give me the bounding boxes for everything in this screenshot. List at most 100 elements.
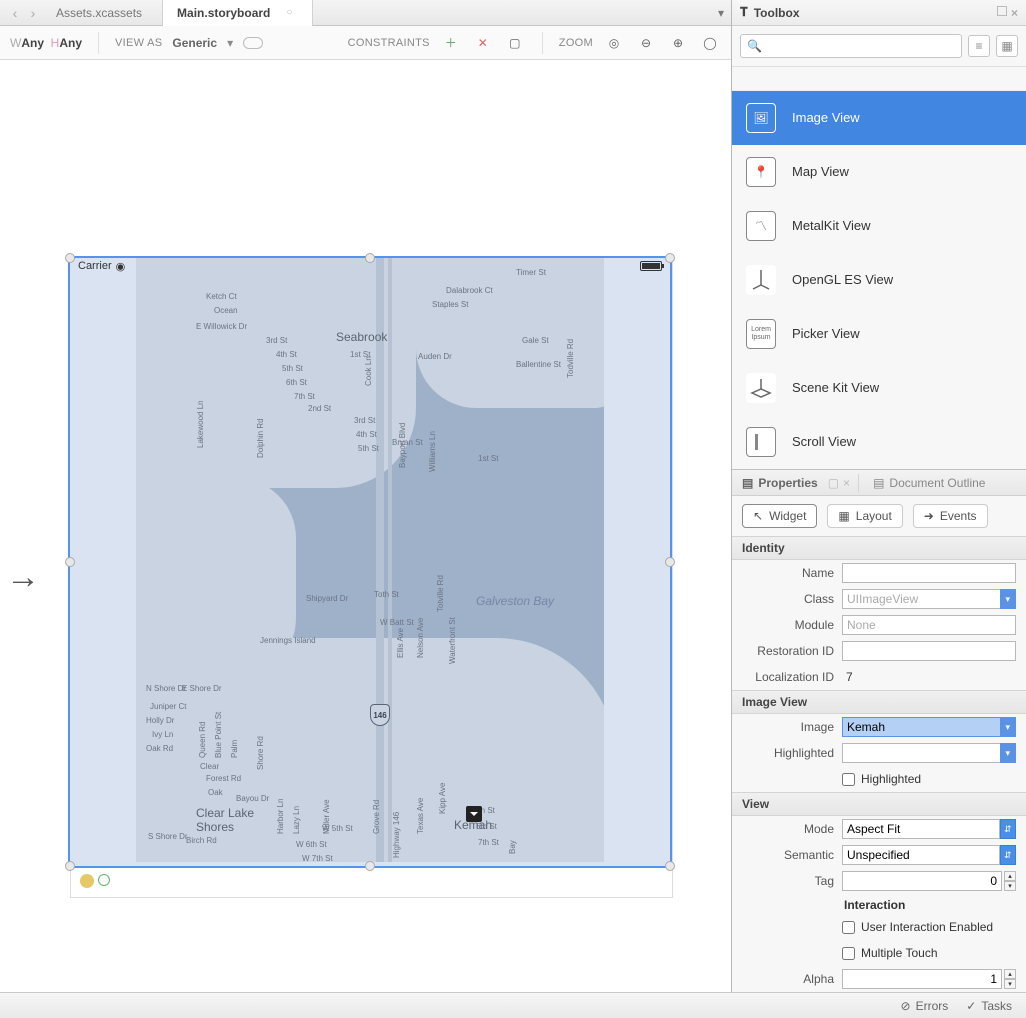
tab-assets[interactable]: Assets.xcassets (42, 0, 163, 25)
handle-tc[interactable] (365, 253, 375, 263)
toolbox-search[interactable]: 🔍 (740, 34, 962, 58)
semantic-select[interactable] (842, 845, 1000, 865)
alpha-input[interactable] (842, 969, 1002, 989)
toolbox-item-scroll-view[interactable]: Scroll View (732, 415, 1026, 469)
highlighted-image-input[interactable] (842, 743, 1000, 763)
alpha-step-down[interactable]: ▾ (1004, 979, 1016, 989)
toolbox-mode-grid-icon[interactable]: ▦ (996, 35, 1018, 57)
zoom-fit-icon[interactable]: ◎ (603, 32, 625, 54)
constraints-label: CONSTRAINTS (348, 37, 430, 49)
handle-tr[interactable] (665, 253, 675, 263)
layout-icon: ▦ (838, 509, 849, 523)
zoom-out-icon[interactable]: ⊖ (635, 32, 657, 54)
zoom-label: ZOOM (559, 37, 593, 49)
view-as-value[interactable]: Generic (172, 36, 217, 50)
toolbox-item-prev[interactable] (732, 67, 1026, 91)
embed-icon[interactable]: ▢ (504, 32, 526, 54)
section-view: View (732, 792, 1026, 816)
entry-arrow-icon: → (6, 558, 40, 597)
toolbox-item-metalkit-view[interactable]: 〽 MetalKit View (732, 199, 1026, 253)
highlighted-chevron-icon[interactable]: ▾ (1000, 743, 1016, 763)
handle-br[interactable] (665, 861, 675, 871)
nav-fwd-icon[interactable]: › (24, 5, 42, 21)
search-icon: 🔍 (747, 39, 762, 53)
tag-step-up[interactable]: ▴ (1004, 871, 1016, 881)
canvas[interactable]: → Carrier ◉ Seabrook Galve (0, 60, 731, 992)
nav-back-icon[interactable]: ‹ (6, 5, 24, 21)
image-input[interactable] (842, 717, 1000, 737)
city-seabrook: Seabrook (336, 330, 387, 344)
view-as-chevron-icon[interactable]: ▾ (227, 36, 233, 50)
scenekit-icon (746, 373, 776, 403)
constraint-remove-icon[interactable]: ✕ (472, 32, 494, 54)
view-as-label: VIEW AS (115, 37, 162, 49)
props-restore-icon[interactable]: ▢ (828, 476, 839, 490)
toolbox-mode-list-icon[interactable]: ≡ (968, 35, 990, 57)
statusbar-errors[interactable]: ⊘Errors (901, 999, 949, 1013)
properties-tab[interactable]: ▤ Properties (732, 470, 828, 495)
subtab-events[interactable]: ➜Events (913, 504, 988, 528)
toolbox-item-map-view[interactable]: 📍 Map View (732, 145, 1026, 199)
highlighted-checkbox[interactable]: Highlighted (842, 768, 1016, 790)
toolbox-item-picker-view[interactable]: LoremIpsum Picker View (732, 307, 1026, 361)
handle-mr[interactable] (665, 557, 675, 567)
cursor-icon: ↖ (753, 509, 763, 523)
route-shield-icon: 146 (370, 704, 390, 726)
section-identity: Identity (732, 536, 1026, 560)
identity-name-input[interactable] (842, 563, 1016, 583)
zoom-in-icon[interactable]: ⊕ (667, 32, 689, 54)
zoom-actual-icon[interactable]: ◯ (699, 32, 721, 54)
handle-ml[interactable] (65, 557, 75, 567)
mt-checkbox[interactable]: Multiple Touch (842, 942, 1016, 964)
statusbar-tasks[interactable]: ✓Tasks (966, 999, 1012, 1013)
events-icon: ➜ (924, 509, 934, 523)
toolbox-item-image-view[interactable]: 🖼 Image View (732, 91, 1026, 145)
section-image-view: Image View (732, 690, 1026, 714)
pane-close-icon[interactable]: × (1011, 6, 1018, 20)
size-classes[interactable]: WAny HAny (10, 36, 82, 50)
battery-icon (640, 261, 662, 271)
handle-bc[interactable] (365, 861, 375, 871)
subtab-layout[interactable]: ▦Layout (827, 504, 902, 528)
toolbox-item-scenekit-view[interactable]: Scene Kit View (732, 361, 1026, 415)
toolbox-title: Toolbox (754, 6, 800, 20)
scroll-view-icon (746, 427, 776, 457)
subtab-widget[interactable]: ↖Widget (742, 504, 817, 528)
mode-select[interactable] (842, 819, 1000, 839)
image-chevron-icon[interactable]: ▾ (1000, 717, 1016, 737)
metalkit-icon: 〽 (746, 211, 776, 241)
handle-tl[interactable] (65, 253, 75, 263)
identity-class-input[interactable] (842, 589, 1000, 609)
check-icon: ✓ (966, 999, 976, 1013)
mode-chevron-icon[interactable]: ⇵ (1000, 819, 1016, 839)
tab-storyboard[interactable]: Main.storyboard○ (163, 0, 313, 25)
semantic-chevron-icon[interactable]: ⇵ (1000, 845, 1016, 865)
interaction-subhead: Interaction (732, 894, 1026, 914)
props-close-icon[interactable]: × (843, 476, 850, 490)
water-galveston: Galveston Bay (476, 594, 554, 608)
identity-module-input (842, 615, 1016, 635)
tab-menu-icon[interactable]: ▾ (711, 6, 731, 20)
image-view-icon: 🖼 (746, 103, 776, 133)
city-clearlake: Clear Lake Shores (196, 806, 276, 834)
device-toggle-icon[interactable] (243, 37, 263, 49)
toolbox-item-opengl-view[interactable]: OpenGL ES View (732, 253, 1026, 307)
document-outline-tab[interactable]: ▤ Document Outline (863, 470, 995, 495)
exit-dot-icon[interactable] (98, 874, 110, 886)
error-icon: ⊘ (901, 999, 911, 1013)
imageview-selection[interactable]: Carrier ◉ Seabrook Galveston Bay Clear L… (70, 258, 670, 866)
toolbox-search-input[interactable] (766, 39, 955, 53)
class-chevron-icon[interactable]: ▾ (1000, 589, 1016, 609)
uie-checkbox[interactable]: User Interaction Enabled (842, 916, 1016, 938)
close-icon[interactable]: ○ (286, 7, 292, 18)
pane-restore-icon[interactable] (997, 6, 1007, 16)
tag-input[interactable] (842, 871, 1002, 891)
handle-bl[interactable] (65, 861, 75, 871)
picker-icon: LoremIpsum (746, 319, 776, 349)
identity-localization-value: 7 (842, 670, 1016, 684)
identity-restoration-input[interactable] (842, 641, 1016, 661)
alpha-step-up[interactable]: ▴ (1004, 969, 1016, 979)
warning-dot-icon[interactable] (80, 874, 94, 888)
constraint-add-icon[interactable]: ＋ (440, 32, 462, 54)
tag-step-down[interactable]: ▾ (1004, 881, 1016, 891)
